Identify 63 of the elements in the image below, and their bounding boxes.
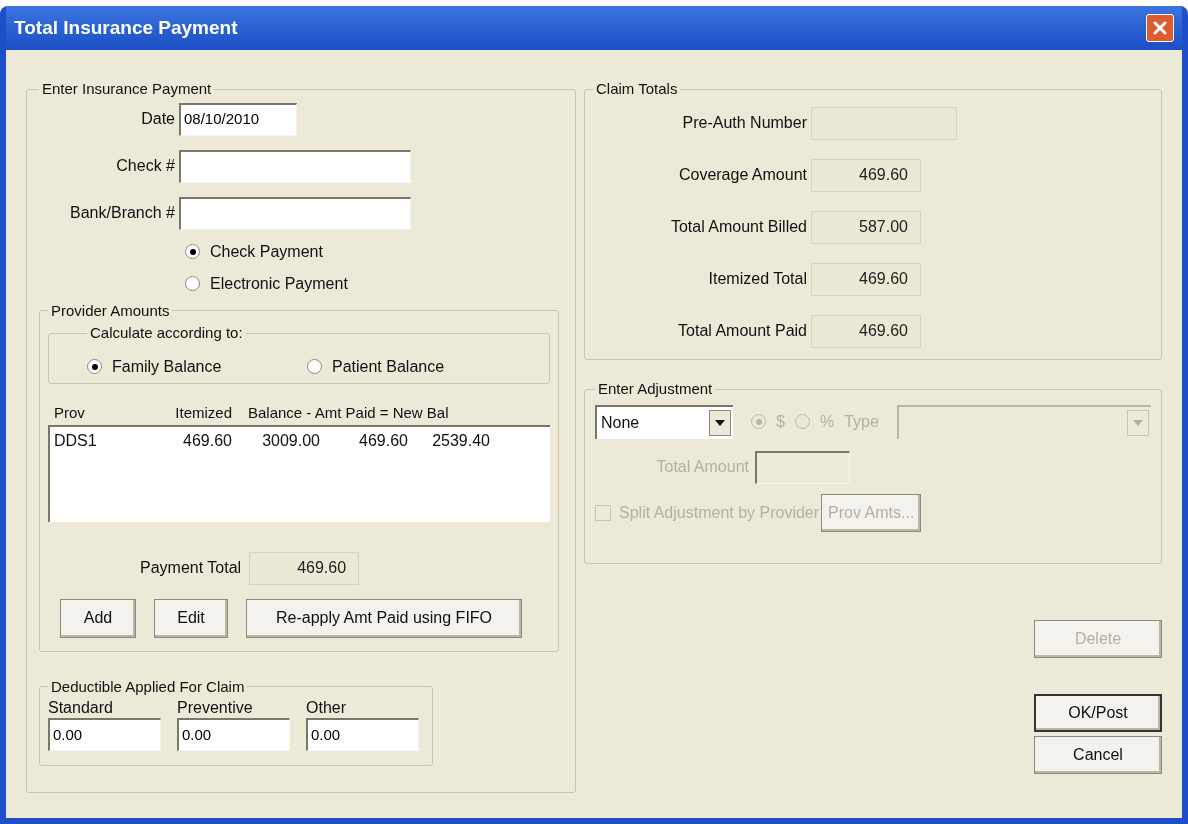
field-label: Payment Total xyxy=(140,558,243,578)
button[interactable]: Edit xyxy=(154,598,228,638)
button: Prov Amts... xyxy=(821,493,922,532)
input-field[interactable] xyxy=(179,196,411,230)
field-label: Total Amount Paid xyxy=(677,321,808,341)
field-label: Pre-Auth Number xyxy=(681,113,808,133)
column-header: Prov xyxy=(54,403,86,423)
field-label: Bank/Branch # xyxy=(69,203,176,223)
field-label: Preventive xyxy=(177,698,254,718)
close-button[interactable] xyxy=(1146,14,1174,42)
field-label: Other xyxy=(306,698,347,718)
radio-button[interactable] xyxy=(307,359,322,375)
radio-button[interactable] xyxy=(87,359,102,375)
input-field[interactable] xyxy=(755,450,850,484)
list-cell-text: 469.60 xyxy=(182,430,232,451)
checkbox-label: Split Adjustment by Provider xyxy=(619,502,820,523)
group-title: Provider Amounts xyxy=(50,300,171,321)
input-field[interactable]: 0.00 xyxy=(48,718,161,751)
radio-label: Patient Balance xyxy=(332,356,445,377)
button[interactable]: Cancel xyxy=(1034,736,1162,774)
group-title: Enter Adjustment xyxy=(597,379,714,399)
field-label: Itemized Total xyxy=(707,269,808,289)
button[interactable]: OK/Post xyxy=(1034,694,1162,732)
radio-button[interactable] xyxy=(185,244,200,259)
radio-label: $ xyxy=(776,411,785,432)
radio-button[interactable] xyxy=(185,276,200,291)
button[interactable]: Re-apply Amt Paid using FIFO xyxy=(246,598,522,638)
readonly-field: 469.60 xyxy=(811,158,921,192)
list-cell-text: DDS1 xyxy=(54,430,98,451)
column-header: Itemized xyxy=(174,403,232,423)
input-field[interactable]: 0.00 xyxy=(177,718,290,751)
button[interactable]: Add xyxy=(60,598,136,638)
field-label: Check # xyxy=(115,156,176,176)
list-cell-text: 469.60 xyxy=(358,430,408,451)
radio-label: % xyxy=(819,411,835,432)
radio-label: Family Balance xyxy=(112,356,222,377)
field-label: Date xyxy=(140,109,176,129)
field-label: Type xyxy=(844,411,879,432)
readonly-field: 469.60 xyxy=(811,262,921,296)
field-label: Standard xyxy=(48,698,114,718)
field-label: Coverage Amount xyxy=(677,165,808,185)
dropdown[interactable]: None xyxy=(595,404,733,439)
dropdown-value: None xyxy=(601,412,640,433)
readonly-field: 469.60 xyxy=(249,551,360,585)
close-icon xyxy=(1152,20,1168,36)
button: Delete xyxy=(1034,620,1162,658)
list-cell-text: 3009.00 xyxy=(261,430,320,451)
window-title: Total Insurance Payment xyxy=(14,15,238,40)
group-title: Deductible Applied For Claim xyxy=(50,676,246,697)
radio-label: Electronic Payment xyxy=(210,273,348,294)
group-title: Calculate according to: xyxy=(89,323,244,343)
group-title: Enter Insurance Payment xyxy=(41,79,213,99)
radio-label: Check Payment xyxy=(210,241,323,262)
readonly-field: 469.60 xyxy=(811,314,921,348)
input-field[interactable]: 08/10/2010 xyxy=(179,102,297,136)
column-header: Balance - Amt Paid = New Bal xyxy=(247,403,450,423)
field-label: Total Amount Billed xyxy=(669,217,808,237)
input-field[interactable]: 0.00 xyxy=(306,718,419,751)
field-label: Total Amount xyxy=(655,457,750,477)
readonly-field: 587.00 xyxy=(811,210,921,244)
list-cell-text: 2539.40 xyxy=(431,430,490,451)
group-title: Claim Totals xyxy=(595,79,679,99)
input-field[interactable] xyxy=(179,149,411,183)
